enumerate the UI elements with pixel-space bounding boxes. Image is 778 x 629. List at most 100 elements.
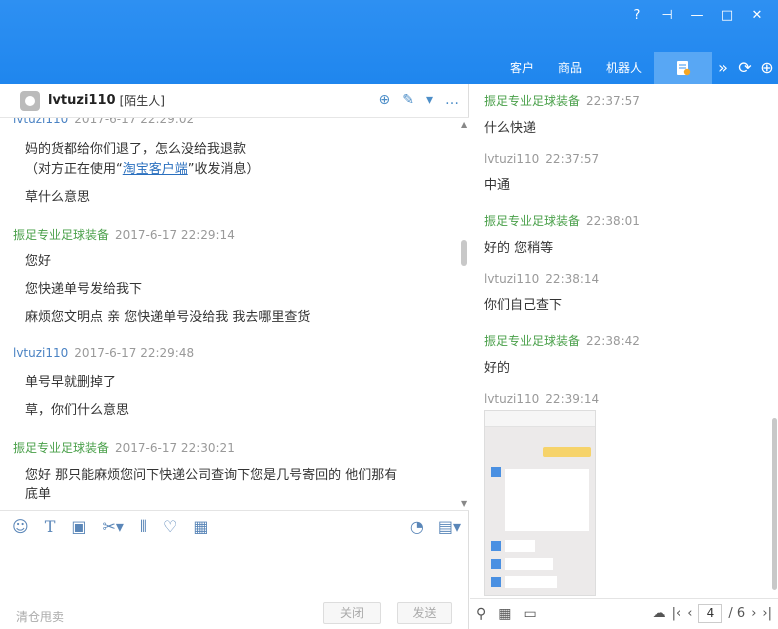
sender-name: lvtuzi110	[484, 272, 540, 286]
message-text: 好的 您稍等	[484, 241, 554, 256]
history-item: lvtuzi110 22:38:14 你们自己查下	[484, 272, 599, 313]
scrollbar-thumb[interactable]	[772, 418, 777, 590]
page-input[interactable]: 4	[698, 604, 723, 623]
send-button[interactable]: 发送	[397, 602, 452, 624]
next-page-icon[interactable]: ›	[751, 606, 756, 621]
maximize-button[interactable]: □	[712, 6, 742, 26]
tab-records[interactable]	[654, 52, 712, 84]
history-panel: 振足专业足球装备 22:37:57 什么快递 lvtuzi110 22:37:57 …	[470, 84, 778, 629]
sender-name: 振足专业足球装备	[13, 228, 110, 242]
records-icon	[677, 61, 691, 76]
message-input[interactable]	[0, 542, 469, 602]
prev-page-icon[interactable]: ‹	[687, 606, 692, 621]
avatar	[20, 90, 40, 111]
sender-name: lvtuzi110	[484, 392, 540, 406]
message-text: 你们自己查下	[484, 298, 563, 313]
tab-products[interactable]: 商品	[546, 52, 594, 84]
heart-icon[interactable]: ♡	[163, 517, 177, 536]
client-note: （对方正在使用“淘宝客户端”收发消息）	[0, 158, 455, 177]
add-contact-icon[interactable]: ⊕	[379, 92, 391, 108]
composer-toolbar: ☺ T ▣ ✂▾ ⦀ ♡ ▦ ◔ ▤▾	[0, 510, 469, 542]
window-controls: ? ⊣ — □ ✕	[622, 6, 772, 26]
calendar-icon[interactable]: ▦	[498, 606, 511, 622]
side-tabs: 客户 商品 机器人 » ⟳ ⊕	[498, 52, 778, 84]
message-text: 您快递单号发给我下	[25, 282, 143, 297]
message: lvtuzi110 2017-6-17 22:29:48	[0, 346, 455, 360]
sender-name: 振足专业足球装备	[484, 334, 581, 348]
screenshot-thumbnail[interactable]	[484, 410, 596, 596]
scissors-icon[interactable]: ✂▾	[102, 517, 123, 536]
message-text: 什么快递	[484, 121, 537, 136]
message-text: 草什么意思	[25, 190, 91, 205]
vibrate-icon[interactable]: ⦀	[140, 517, 147, 537]
scroll-down-icon[interactable]: ▼	[461, 499, 467, 508]
tab-customer[interactable]: 客户	[498, 52, 546, 84]
history-scrollbar[interactable]	[770, 84, 778, 598]
message-text: 底单	[25, 487, 52, 502]
edit-icon[interactable]: ✎	[402, 92, 414, 108]
tab-robot[interactable]: 机器人	[594, 52, 654, 84]
page-total: / 6	[728, 606, 746, 621]
sender-name: lvtuzi110	[13, 118, 69, 126]
sender-name: lvtuzi110	[484, 152, 540, 166]
message: 振足专业足球装备 2017-6-17 22:29:14	[0, 226, 455, 243]
sender-name: 振足专业足球装备	[484, 94, 581, 108]
records-menu-icon[interactable]: ▤▾	[438, 517, 461, 536]
message-time: 22:39:14	[545, 392, 600, 406]
add-icon[interactable]: ⊕	[756, 52, 778, 84]
message-time: 2017-6-17 22:29:02	[74, 118, 195, 126]
pager: ☁ |‹ ‹ 4 / 6 › ›|	[653, 604, 772, 623]
message: lvtuzi110 2017-6-17 22:29:02	[0, 118, 455, 126]
history-list: 振足专业足球装备 22:37:57 什么快递 lvtuzi110 22:37:57 …	[470, 84, 770, 598]
calculator-icon[interactable]: ▦	[193, 517, 208, 536]
title-bar: ? ⊣ — □ ✕ 客户 商品 机器人 » ⟳ ⊕	[0, 0, 778, 84]
message-text: 中通	[484, 178, 511, 193]
scrollbar-thumb[interactable]	[461, 240, 467, 266]
history-item: lvtuzi110 22:39:14	[484, 392, 599, 406]
history-item: lvtuzi110 22:37:57 中通	[484, 152, 599, 193]
message-time: 22:38:42	[586, 334, 640, 348]
message-body: 妈的货都给你们退了，怎么没给我退款	[0, 138, 455, 157]
more-icon[interactable]: …	[445, 92, 459, 108]
minimize-button[interactable]: —	[682, 6, 712, 26]
help-icon[interactable]: ?	[622, 6, 652, 26]
pin-icon[interactable]: ⊣	[652, 6, 682, 26]
history-item: 振足专业足球装备 22:37:57 什么快递	[484, 92, 640, 136]
message-body: 草什么意思	[0, 186, 455, 205]
last-page-icon[interactable]: ›|	[762, 606, 772, 621]
chat-header: lvtuzi110 [陌生人] ⊕ ✎ ▾ …	[0, 84, 469, 118]
sender-name: 振足专业足球装备	[13, 441, 110, 455]
message-text: 您好 那只能麻烦您问下快递公司查询下您是几号寄回的 他们那有	[25, 468, 398, 483]
close-button[interactable]: ✕	[742, 6, 772, 26]
message-time: 2017-6-17 22:29:14	[115, 228, 235, 242]
cloud-icon[interactable]: ☁	[653, 606, 666, 621]
scroll-up-icon[interactable]: ▲	[461, 120, 467, 129]
close-button[interactable]: 关闭	[323, 602, 381, 624]
message-text: 麻烦您文明点 亲 您快递单号没给我 我去哪里查货	[25, 310, 311, 325]
font-icon[interactable]: T	[45, 517, 56, 536]
quick-reply-icon[interactable]: ◔	[410, 517, 424, 536]
refresh-icon[interactable]: ⟳	[734, 52, 756, 84]
composer-footer: 清仓甩卖 关闭 发送	[0, 599, 469, 629]
message-scrollbar[interactable]: ▲ ▼	[460, 118, 469, 510]
chevron-down-icon[interactable]: ▾	[426, 92, 433, 108]
emoji-icon[interactable]: ☺	[12, 517, 29, 536]
message-time: 22:38:14	[545, 272, 600, 286]
chat-icon[interactable]: ▭	[524, 606, 537, 622]
sender-name: 振足专业足球装备	[484, 214, 581, 228]
taobao-client-link[interactable]: 淘宝客户端	[123, 162, 188, 177]
message-time: 2017-6-17 22:29:48	[74, 346, 195, 360]
message-time: 22:37:57	[545, 152, 600, 166]
message-time: 22:37:57	[586, 94, 640, 108]
more-tabs-icon[interactable]: »	[712, 52, 734, 84]
history-item: 振足专业足球装备 22:38:01 好的 您稍等	[484, 212, 640, 256]
message-text: 草，你们什么意思	[25, 403, 130, 418]
image-icon[interactable]: ▣	[71, 517, 86, 536]
note-prefix: （对方正在使用“	[25, 162, 123, 177]
search-icon[interactable]: ⚲	[476, 606, 486, 622]
history-footer: ⚲ ▦ ▭ ☁ |‹ ‹ 4 / 6 › ›|	[470, 598, 778, 629]
note-suffix: ”收发消息）	[187, 162, 260, 177]
history-item: 振足专业足球装备 22:38:42 好的	[484, 332, 640, 376]
message-text: 单号早就删掉了	[25, 375, 117, 390]
first-page-icon[interactable]: |‹	[672, 606, 682, 621]
